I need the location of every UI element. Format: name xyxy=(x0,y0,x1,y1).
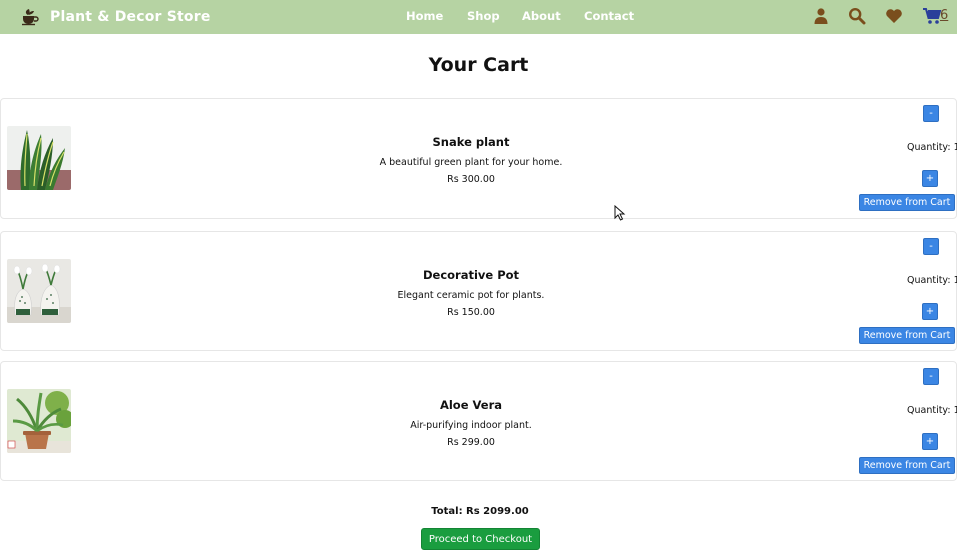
brand-name: Plant & Decor Store xyxy=(50,9,211,25)
increase-quantity-button[interactable]: + xyxy=(922,170,938,187)
user-icon[interactable] xyxy=(812,7,830,25)
proceed-to-checkout-button[interactable]: Proceed to Checkout xyxy=(421,528,540,550)
item-description: Elegant ceramic pot for plants. xyxy=(397,290,545,301)
brand[interactable]: Plant & Decor Store xyxy=(20,7,211,27)
decrease-quantity-button[interactable]: - xyxy=(923,238,939,255)
nav-link-contact[interactable]: Contact xyxy=(584,9,634,23)
item-description: A beautiful green plant for your home. xyxy=(379,157,563,168)
nav-link-shop[interactable]: Shop xyxy=(467,9,500,23)
heart-icon[interactable] xyxy=(885,7,903,25)
coffee-cup-leaf-icon xyxy=(22,9,39,26)
increase-quantity-button[interactable]: + xyxy=(922,303,938,320)
remove-from-cart-button[interactable]: Remove from Cart xyxy=(859,327,955,344)
item-description: Air-purifying indoor plant. xyxy=(410,420,532,431)
cart-item: Snake plant A beautiful green plant for … xyxy=(0,98,957,219)
item-price: Rs 150.00 xyxy=(447,307,495,318)
cart-total: Total: Rs 2099.00 xyxy=(431,506,529,517)
aloe-vera-image xyxy=(7,389,71,453)
decorative-pot-image xyxy=(7,259,71,323)
item-price: Rs 299.00 xyxy=(447,437,495,448)
remove-from-cart-button[interactable]: Remove from Cart xyxy=(859,457,955,474)
item-name: Snake plant xyxy=(432,135,510,149)
nav-link-home[interactable]: Home xyxy=(406,9,443,23)
cart-icon[interactable] xyxy=(922,7,942,25)
decrease-quantity-button[interactable]: - xyxy=(923,105,939,122)
nav-link-about[interactable]: About xyxy=(522,9,561,23)
cart-item: Aloe Vera Air-purifying indoor plant. Rs… xyxy=(0,361,957,481)
quantity-label: Quantity: 1 xyxy=(907,405,957,416)
cart-count-link[interactable]: 6 xyxy=(940,8,948,23)
item-info: Decorative Pot Elegant ceramic pot for p… xyxy=(301,268,641,318)
item-info: Snake plant A beautiful green plant for … xyxy=(301,135,641,185)
page-title: Your Cart xyxy=(428,54,529,76)
item-price: Rs 300.00 xyxy=(447,174,495,185)
remove-from-cart-button[interactable]: Remove from Cart xyxy=(859,194,955,211)
decrease-quantity-button[interactable]: - xyxy=(923,368,939,385)
cart-item: Decorative Pot Elegant ceramic pot for p… xyxy=(0,231,957,351)
navbar: Plant & Decor Store Home Shop About Cont… xyxy=(0,0,957,34)
increase-quantity-button[interactable]: + xyxy=(922,433,938,450)
mouse-pointer-icon xyxy=(614,205,626,221)
search-icon[interactable] xyxy=(848,7,866,25)
item-name: Aloe Vera xyxy=(439,398,503,412)
quantity-label: Quantity: 1 xyxy=(907,142,957,153)
quantity-label: Quantity: 1 xyxy=(907,275,957,286)
item-info: Aloe Vera Air-purifying indoor plant. Rs… xyxy=(301,398,641,448)
item-name: Decorative Pot xyxy=(422,268,520,282)
snake-plant-image xyxy=(7,126,71,190)
